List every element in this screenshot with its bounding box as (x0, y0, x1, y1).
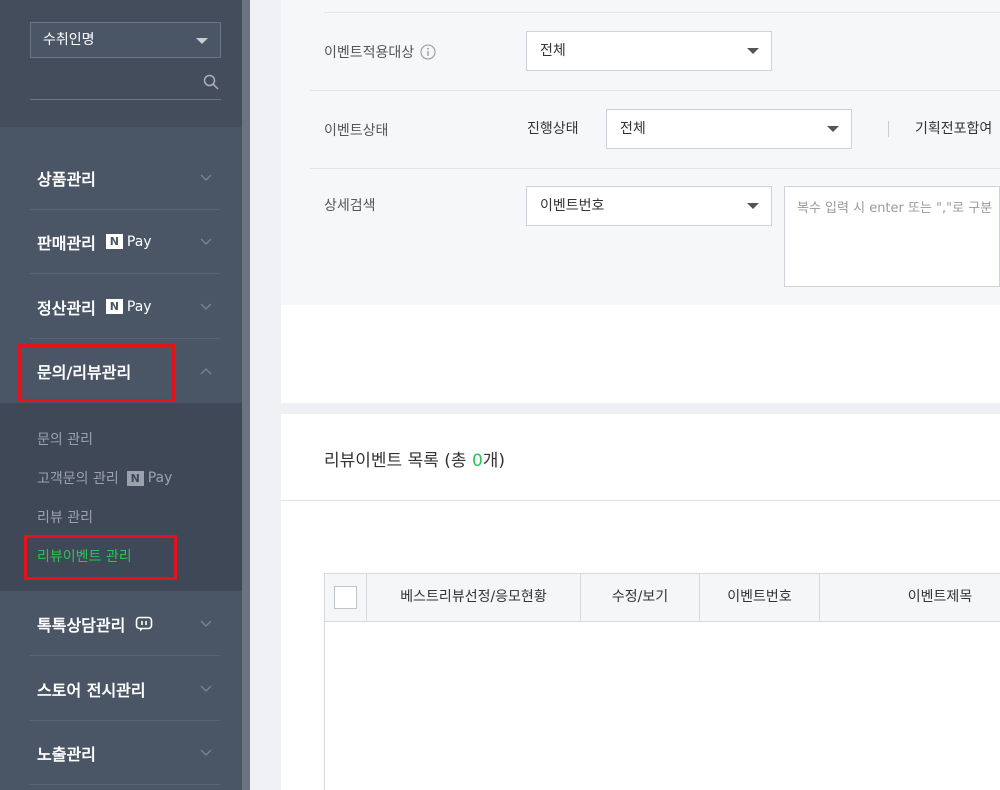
menu-item-settlement[interactable]: 정산관리 N Pay (30, 275, 220, 339)
menu-item-label: 톡톡상담관리 (37, 615, 126, 635)
chevron-down-icon (200, 303, 212, 310)
chevron-down-icon (200, 685, 212, 692)
chevron-down-icon (200, 238, 212, 245)
submenu-item-inquiry[interactable]: 문의 관리 (37, 429, 93, 449)
detail-search-textarea[interactable]: 복수 입력 시 enter 또는 ","로 구분 (784, 186, 1000, 287)
submenu-item-customer-inquiry[interactable]: 고객문의 관리 N Pay (37, 468, 172, 488)
chevron-down-icon (747, 48, 759, 54)
npay-logo-icon: N (126, 470, 144, 486)
npay-badge: N Pay (105, 299, 152, 315)
menu-item-product[interactable]: 상품관리 (30, 146, 220, 210)
store-search-type-value: 수취인명 (43, 32, 95, 48)
menu-item-label: 정산관리 (37, 298, 96, 318)
menu-item-exposure[interactable]: 노출관리 (30, 721, 220, 785)
chevron-up-icon (200, 368, 212, 375)
chevron-down-icon (747, 203, 759, 209)
detail-search-type-select[interactable]: 이벤트번호 (526, 186, 772, 226)
menu-item-sales[interactable]: 판매관리 N Pay (30, 210, 220, 274)
submenu-item-review[interactable]: 리뷰 관리 (37, 507, 93, 527)
plan-include-label: 기획전포함여 (915, 121, 993, 137)
column-header-event-title[interactable]: 이벤트제목 (820, 574, 1000, 621)
menu-item-label: 상품관리 (37, 169, 96, 189)
filter-label-target: 이벤트적용대상 (324, 44, 415, 61)
chevron-down-icon (200, 620, 212, 627)
column-header-best-review[interactable]: 베스트리뷰선정/응모현황 (367, 574, 581, 621)
store-search-type-select[interactable]: 수취인명 (30, 22, 221, 58)
menu-item-store-display[interactable]: 스토어 전시관리 (30, 657, 220, 721)
event-target-select[interactable]: 전체 (526, 31, 772, 71)
filter-label-status: 이벤트상태 (324, 122, 389, 139)
list-count: 0 (471, 451, 483, 471)
filter-label-detail: 상세검색 (324, 198, 376, 214)
table-header: 베스트리뷰선정/응모현황 수정/보기 이벤트번호 이벤트제목 (325, 574, 1000, 622)
npay-logo-icon: N (105, 234, 123, 249)
progress-status-label: 진행상태 (527, 121, 579, 137)
chevron-down-icon (200, 174, 212, 181)
menu-item-label: 노출관리 (37, 744, 96, 764)
chevron-down-icon (200, 749, 212, 756)
sidebar-top: 수취인명 (0, 0, 242, 127)
info-icon[interactable] (420, 43, 436, 60)
npay-badge: N Pay (126, 470, 172, 486)
review-event-table: 베스트리뷰선정/응모현황 수정/보기 이벤트번호 이벤트제목 (324, 573, 1000, 790)
select-all-checkbox[interactable] (334, 586, 357, 609)
chevron-down-icon (827, 126, 839, 132)
menu-item-talktalk[interactable]: 톡톡상담관리 (30, 592, 220, 656)
npay-logo-icon: N (105, 299, 123, 314)
search-icon[interactable] (203, 74, 219, 90)
chevron-down-icon (196, 38, 208, 44)
highlight-box (18, 344, 175, 402)
divider (281, 500, 1000, 501)
progress-status-select[interactable]: 전체 (606, 109, 852, 149)
table-header-checkbox-cell (325, 574, 367, 621)
sidebar: 수취인명 상품관리 판매관리 NPay 정산관리 NPay 문의/리뷰관리 (0, 0, 242, 790)
divider (888, 121, 889, 137)
column-header-edit-view[interactable]: 수정/보기 (581, 574, 700, 621)
highlight-box (24, 535, 177, 580)
list-title: 리뷰이벤트 목록 (총 0개) (324, 451, 506, 471)
column-header-event-number[interactable]: 이벤트번호 (700, 574, 820, 621)
filter-panel-footer (281, 305, 1000, 403)
sidebar-search-input[interactable] (30, 66, 221, 100)
chat-bubble-icon (136, 616, 153, 631)
menu-item-label: 판매관리 (37, 233, 96, 253)
review-event-list-panel: 리뷰이벤트 목록 (총 0개) 베스트리뷰선정/응모현황 수정/보기 이벤트번호… (281, 414, 1000, 790)
menu-item-label: 스토어 전시관리 (37, 680, 146, 700)
sidebar-scrollbar[interactable] (242, 0, 250, 790)
npay-badge: N Pay (105, 234, 152, 250)
